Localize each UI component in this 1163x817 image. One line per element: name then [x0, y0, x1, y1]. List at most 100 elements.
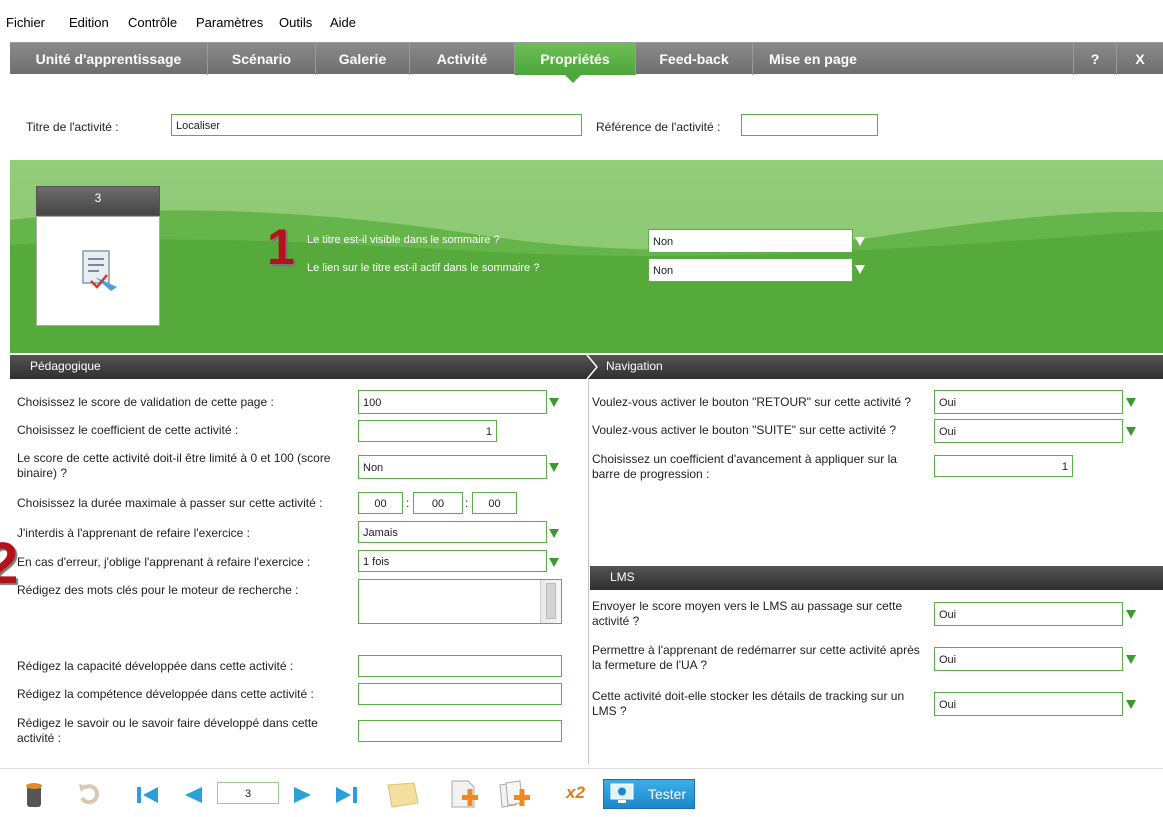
- active-tab-pointer-icon: [564, 74, 582, 83]
- help-button[interactable]: ?: [1073, 43, 1117, 75]
- menu-fichier[interactable]: Fichier: [6, 15, 45, 30]
- menu-aide[interactable]: Aide: [330, 15, 356, 30]
- summary-link-label: Le lien sur le titre est-il actif dans l…: [307, 262, 540, 274]
- tab-bar: Unité d'apprentissage Scénario Galerie A…: [10, 42, 1163, 75]
- error-retry-select[interactable]: 1 fois: [358, 550, 547, 572]
- chevron-down-icon[interactable]: [549, 398, 559, 407]
- summary-visible-select[interactable]: Non: [648, 229, 853, 253]
- reference-label: Référence de l'activité :: [596, 120, 721, 134]
- savoir-label: Rédigez le savoir ou le savoir faire dév…: [17, 716, 318, 745]
- bottom-toolbar: 3 x2 Tester: [0, 768, 1163, 817]
- reference-input[interactable]: [741, 114, 878, 136]
- duplicate-page-icon[interactable]: [498, 779, 534, 811]
- trash-icon[interactable]: [24, 781, 44, 809]
- title-input[interactable]: Localiser: [171, 114, 582, 136]
- capacity-input[interactable]: [358, 655, 562, 677]
- lms-header: LMS: [590, 566, 1163, 590]
- menu-parametres[interactable]: Paramètres: [196, 15, 263, 30]
- score-label: Choisissez le score de validation de cet…: [17, 395, 274, 409]
- annotation-marker-1: 1: [267, 219, 295, 275]
- add-page-icon[interactable]: [448, 779, 482, 811]
- chevron-down-icon[interactable]: [1126, 700, 1136, 709]
- duration-label: Choisissez la durée maximale à passer su…: [17, 496, 323, 510]
- scrollbar-thumb[interactable]: [546, 583, 556, 619]
- chevron-right-icon: [586, 355, 598, 379]
- chevron-down-icon[interactable]: [549, 463, 559, 472]
- retour-label: Voulez-vous activer le bouton "RETOUR" s…: [592, 395, 912, 409]
- summary-link-select[interactable]: Non: [648, 258, 853, 282]
- lms-tracking-label: Cette activité doit-elle stocker les dét…: [592, 689, 905, 718]
- coefficient-label: Choisissez le coefficient de cette activ…: [17, 423, 239, 437]
- keywords-textarea[interactable]: [358, 579, 562, 624]
- score-limit-select[interactable]: Non: [358, 455, 547, 479]
- multiply-x2-icon[interactable]: x2: [566, 783, 585, 803]
- suite-select[interactable]: Oui: [934, 419, 1123, 443]
- tab-feedback[interactable]: Feed-back: [636, 43, 753, 75]
- navigation-header: Navigation: [588, 355, 1163, 379]
- previous-page-icon[interactable]: [182, 785, 204, 805]
- tab-proprietes[interactable]: Propriétés: [515, 43, 636, 75]
- menu-outils[interactable]: Outils: [279, 15, 312, 30]
- duration-seconds-input[interactable]: 00: [472, 492, 517, 514]
- tab-galerie[interactable]: Galerie: [316, 43, 410, 75]
- duration-minutes-input[interactable]: 00: [413, 492, 463, 514]
- duration-hours-input[interactable]: 00: [358, 492, 403, 514]
- title-label: Titre de l'activité :: [26, 120, 119, 134]
- undo-icon[interactable]: [78, 782, 100, 806]
- savoir-input[interactable]: [358, 720, 562, 742]
- chevron-down-icon[interactable]: [1126, 398, 1136, 407]
- suite-label: Voulez-vous activer le bouton "SUITE" su…: [592, 423, 896, 437]
- time-separator: :: [406, 496, 410, 510]
- lms-tracking-select[interactable]: Oui: [934, 692, 1123, 716]
- chevron-down-icon[interactable]: [855, 237, 865, 246]
- lms-restart-label: Permettre à l'apprenant de redémarrer su…: [592, 643, 920, 672]
- retour-select[interactable]: Oui: [934, 390, 1123, 414]
- close-button[interactable]: X: [1117, 43, 1163, 75]
- summary-visible-label: Le titre est-il visible dans le sommaire…: [307, 234, 500, 246]
- tester-label: Tester: [648, 786, 687, 802]
- competence-label: Rédigez la compétence développée dans ce…: [17, 687, 314, 701]
- chevron-down-icon[interactable]: [549, 529, 559, 538]
- lms-restart-select[interactable]: Oui: [934, 647, 1123, 671]
- annotation-marker-2: 2: [0, 531, 19, 596]
- blank-page-icon[interactable]: [384, 781, 422, 809]
- activity-document-icon: [82, 250, 117, 291]
- progress-coefficient-input[interactable]: 1: [934, 455, 1073, 477]
- time-separator: :: [465, 496, 469, 510]
- score-limit-label: Le score de cette activité doit-il être …: [17, 451, 331, 480]
- page-number-input[interactable]: 3: [217, 782, 279, 804]
- chevron-down-icon[interactable]: [1126, 427, 1136, 436]
- chevron-down-icon[interactable]: [1126, 655, 1136, 664]
- lms-score-label: Envoyer le score moyen vers le LMS au pa…: [592, 599, 903, 628]
- tab-unite-apprentissage[interactable]: Unité d'apprentissage: [10, 43, 208, 75]
- chevron-down-icon[interactable]: [549, 558, 559, 567]
- menu-controle[interactable]: Contrôle: [128, 15, 177, 30]
- tab-activite[interactable]: Activité: [410, 43, 515, 75]
- next-page-icon[interactable]: [292, 785, 314, 805]
- forbid-retry-label: J'interdis à l'apprenant de refaire l'ex…: [17, 526, 250, 540]
- coefficient-input[interactable]: 1: [358, 420, 497, 442]
- last-page-icon[interactable]: [334, 785, 358, 805]
- chevron-down-icon[interactable]: [855, 265, 865, 274]
- menu-bar: Fichier Edition Contrôle Paramètres Outi…: [0, 0, 1163, 34]
- lms-score-select[interactable]: Oui: [934, 602, 1123, 626]
- menu-edition[interactable]: Edition: [69, 15, 109, 30]
- keywords-scrollbar[interactable]: [540, 580, 561, 623]
- monitor-icon: [610, 783, 634, 803]
- forbid-retry-select[interactable]: Jamais: [358, 521, 547, 543]
- tab-mise-en-page[interactable]: Mise en page: [753, 43, 873, 75]
- tab-scenario[interactable]: Scénario: [208, 43, 316, 75]
- progress-coefficient-label: Choisissez un coefficient d'avancement à…: [592, 452, 897, 481]
- page-thumbnail-header: 3: [36, 186, 160, 216]
- page-thumbnail[interactable]: [36, 216, 160, 326]
- pedagogique-header: Pédagogique: [10, 355, 588, 379]
- column-divider: [588, 379, 589, 764]
- score-select[interactable]: 100: [358, 390, 547, 414]
- competence-input[interactable]: [358, 683, 562, 705]
- keywords-label: Rédigez des mots clés pour le moteur de …: [17, 583, 299, 597]
- chevron-down-icon[interactable]: [1126, 610, 1136, 619]
- error-retry-label: En cas d'erreur, j'oblige l'apprenant à …: [17, 555, 311, 569]
- banner-wave-decoration: [10, 210, 1163, 353]
- tester-button[interactable]: Tester: [603, 779, 695, 809]
- first-page-icon[interactable]: [136, 785, 160, 805]
